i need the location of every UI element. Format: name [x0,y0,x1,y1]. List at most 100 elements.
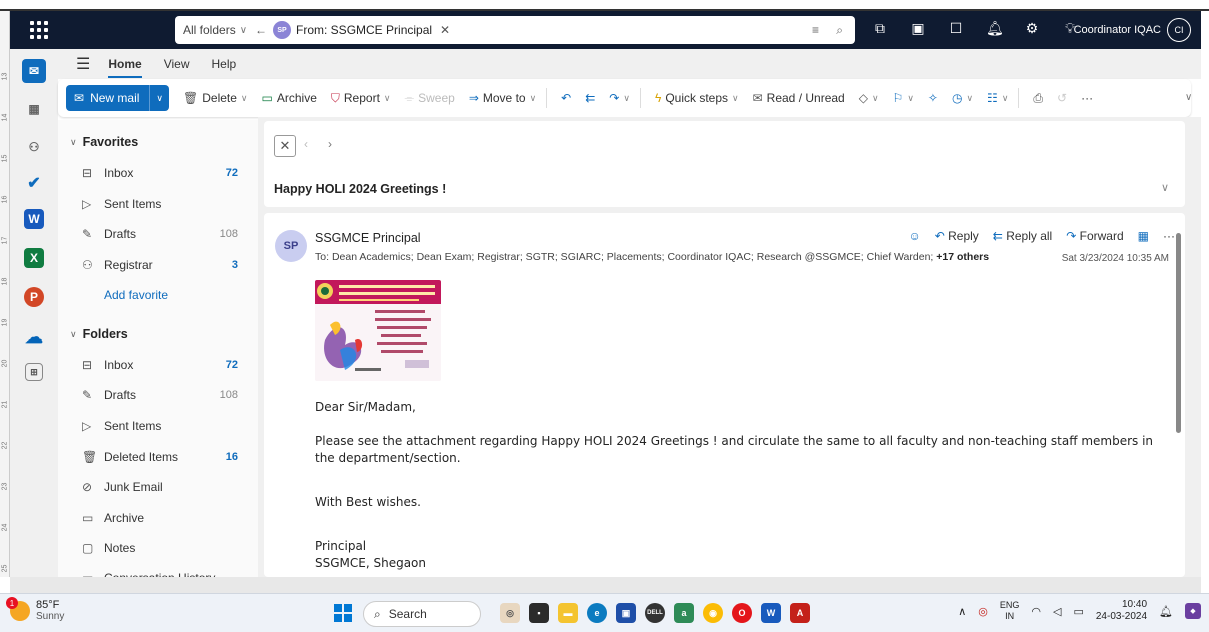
chevron-down-icon[interactable]: ∨ [623,93,630,104]
chevron-down-icon[interactable]: ∨ [732,93,739,104]
tray-app-icon[interactable]: ◎ [978,605,988,618]
more-recipients-link[interactable]: +17 others [936,251,989,263]
word-app-icon[interactable]: W [24,209,44,229]
back-arrow-icon[interactable]: ← [255,23,267,37]
reply-action[interactable]: ↶ Reply [935,229,979,243]
close-icon[interactable]: ✕ [274,135,296,157]
holi-greeting-image[interactable] [315,280,441,381]
folder-deleted-items[interactable]: 🗑︎ Deleted Items 16 [82,450,252,464]
opera-icon[interactable]: O [732,603,752,623]
ribbon-collapse-icon[interactable]: ∨ [1185,92,1192,103]
onedrive-app-icon[interactable]: ☁ [22,325,46,349]
add-favorite-link[interactable]: Add favorite [104,288,274,302]
previous-message-icon[interactable]: ‹ [304,137,308,151]
powerpoint-app-icon[interactable]: P [24,287,44,307]
chevron-down-icon[interactable]: ∨ [530,93,537,104]
mail-app-icon[interactable]: ✉ [22,59,46,83]
tab-home[interactable]: Home [108,57,143,78]
filter-icon[interactable]: ≡ [812,23,819,37]
clock[interactable]: 10:40 24-03-2024 [1096,599,1147,623]
folder-inbox[interactable]: ⊟ Inbox 72 [82,358,252,372]
language-indicator[interactable]: ENG IN [1000,600,1020,622]
archive-button[interactable]: ▭ Archive [262,91,317,105]
my-day-icon[interactable]: ☐ [948,20,964,37]
favorite-registrar[interactable]: ⚇ Registrar 3 [82,258,252,272]
meet-now-icon[interactable]: ⧉ [872,20,888,37]
categorize-button[interactable]: ◇ ∨ [859,91,879,105]
folders-header[interactable]: ∨ Folders [70,327,128,341]
more-apps-icon[interactable]: ⊞ [25,363,43,381]
search-icon[interactable]: ⌕ [836,23,843,38]
more-options-button[interactable]: ··· [1081,91,1093,105]
folder-drafts[interactable]: ✎ Drafts 108 [82,388,252,402]
reply-all-button[interactable]: ⇇ [585,91,595,105]
settings-gear-icon[interactable]: ⚙ [1024,20,1040,37]
new-mail-dropdown-icon[interactable]: ∨ [149,85,169,111]
show-hidden-icons[interactable]: ∧ [958,605,966,618]
account-manager[interactable]: Coordinator IQAC CI [1074,18,1191,42]
recipient-list[interactable]: Dean Academics; Dean Exam; Registrar; SG… [332,251,933,263]
tab-view[interactable]: View [164,57,190,71]
task-view-icon[interactable]: ▪ [529,603,549,623]
file-explorer-icon[interactable]: ▬ [558,603,578,623]
dell-icon[interactable]: DELL [645,603,665,623]
undo-button[interactable]: ↺ [1057,91,1067,105]
sweep-button[interactable]: ⌯ Sweep [405,91,455,106]
quick-steps-button[interactable]: ϟ Quick steps ∨ [655,91,739,105]
chevron-down-icon[interactable]: ∨ [966,93,973,104]
report-button[interactable]: ⛉ Report ∨ [331,91,391,106]
people-app-icon[interactable]: ⚇ [22,135,46,159]
todo-app-icon[interactable]: ✔ [22,171,46,195]
pin-button[interactable]: ✧ [928,91,938,105]
favorite-inbox[interactable]: ⊟ Inbox 72 [82,166,252,180]
folder-archive[interactable]: ▭ Archive [82,511,252,525]
search-box[interactable]: All folders ∨ ← SP From: SSGMCE Principa… [175,16,855,44]
acrobat-icon[interactable]: A [790,603,810,623]
chevron-down-icon[interactable]: ∨ [907,93,914,104]
calendar-app-icon[interactable]: ▦ [22,97,46,121]
search-scope[interactable]: All folders [175,23,240,37]
favorite-drafts[interactable]: ✎ Drafts 108 [82,227,252,241]
move-to-button[interactable]: ⇒ Move to ∨ [469,91,536,105]
battery-icon[interactable]: ▭ [1073,605,1083,618]
message-scrollbar[interactable] [1175,217,1183,573]
notification-bell-icon[interactable]: 🔔︎ [1159,605,1173,618]
reply-button[interactable]: ↶ [561,91,571,105]
chevron-down-icon[interactable]: ∨ [1161,181,1169,194]
forward-action[interactable]: ↷ Forward [1066,229,1123,243]
forward-button[interactable]: ↷ ∨ [609,91,630,105]
copilot-icon[interactable]: ◆ [1185,603,1201,619]
notifications-icon[interactable]: 🔔︎ [986,20,1004,37]
next-message-icon[interactable]: › [328,137,332,151]
store-icon[interactable]: ▣ [616,603,636,623]
account-avatar[interactable]: CI [1167,18,1191,42]
clear-chip-icon[interactable]: ✕ [440,23,450,37]
chevron-down-icon[interactable]: ∨ [241,93,248,104]
sender-name[interactable]: SSGMCE Principal [315,231,421,245]
sender-avatar[interactable]: SP [275,230,307,262]
taskbar-search[interactable]: ⌕ Search [363,601,481,627]
emoji-react-icon[interactable]: ☺ [908,229,920,243]
chevron-down-icon[interactable]: ∨ [384,93,391,104]
teams-icon[interactable]: ▣ [910,20,926,37]
folder-junk-email[interactable]: ⊘ Junk Email [82,480,252,494]
app-launcher-icon[interactable] [26,17,52,43]
tab-help[interactable]: Help [211,57,236,71]
wifi-icon[interactable]: ◠ [1031,605,1041,618]
word-taskbar-icon[interactable]: W [761,603,781,623]
flag-button[interactable]: ⚐ ∨ [893,91,914,105]
excel-app-icon[interactable]: X [24,248,44,268]
print-button[interactable]: ⎙ [1033,91,1043,106]
folder-sent-items[interactable]: ▷ Sent Items [82,419,252,433]
snooze-button[interactable]: ◷ ∨ [952,91,973,105]
teams-share-icon[interactable]: ▦ [1138,229,1149,243]
favorite-sent-items[interactable]: ▷ Sent Items [82,197,252,211]
rules-button[interactable]: ☷ ∨ [987,91,1008,105]
start-button[interactable] [334,604,352,622]
hamburger-menu-icon[interactable]: ☰ [76,54,90,74]
reply-all-action[interactable]: ⇇ Reply all [993,229,1052,243]
widgets-icon[interactable]: ◎ [500,603,520,623]
app-icon[interactable]: a [674,603,694,623]
folder-notes[interactable]: ▢ Notes [82,541,252,555]
read-unread-button[interactable]: ✉ Read / Unread [753,91,845,105]
